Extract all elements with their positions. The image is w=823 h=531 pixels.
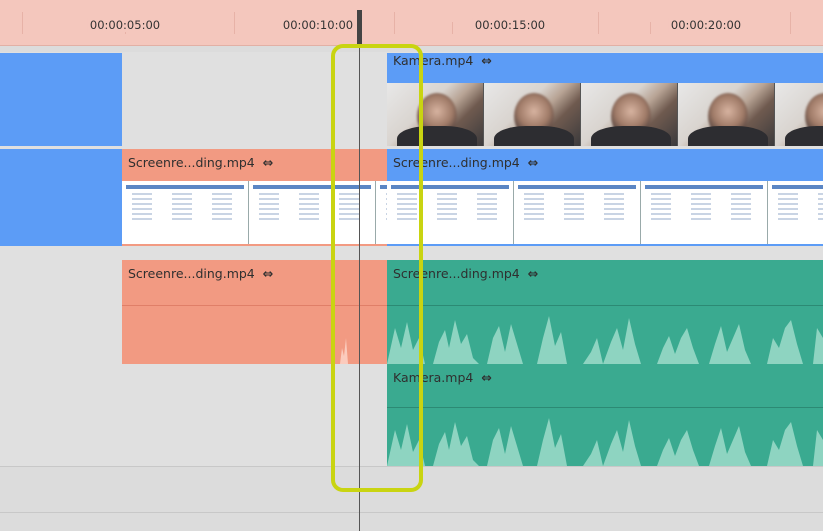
clip-title: Screenre...ding.mp4 ⇔: [128, 266, 273, 281]
link-icon[interactable]: ⇔: [263, 155, 273, 170]
clip-title: Screenre...ding.mp4 ⇔: [128, 155, 273, 170]
screenrecording-audio-clip[interactable]: Screenre...ding.mp4 ⇔: [387, 260, 823, 364]
ruler-tick: [234, 12, 235, 34]
ruler-timecode: 00:00:20:00: [668, 18, 744, 32]
ruler-tick: [22, 12, 23, 34]
camera-thumbnail: [581, 83, 678, 146]
kamera-audio-clip[interactable]: Kamera.mp4 ⇔: [387, 364, 823, 466]
highlight-annotation: [331, 44, 423, 492]
ruler-tick: [394, 12, 395, 34]
camera-thumbnail: [484, 83, 581, 146]
ruler-tick: [452, 22, 453, 34]
link-icon[interactable]: ⇔: [263, 266, 273, 281]
audio-waveform: [387, 316, 823, 364]
clip-divider: [387, 407, 823, 408]
screen-thumbnail: [122, 181, 249, 244]
link-icon[interactable]: ⇔: [481, 370, 491, 385]
camera-thumbnail-strip: [387, 83, 823, 146]
timeline-ruler[interactable]: 00:00:05:00 00:00:10:00 00:00:15:00 00:0…: [0, 0, 823, 46]
camera-thumbnail: [678, 83, 775, 146]
link-icon[interactable]: ⇔: [528, 155, 538, 170]
link-icon[interactable]: ⇔: [481, 53, 491, 68]
video-clip-partial[interactable]: [0, 53, 122, 146]
ruler-tick: [650, 22, 651, 34]
clip-label: Screenre...ding.mp4: [128, 266, 255, 281]
ruler-timecode: 00:00:05:00: [87, 18, 163, 32]
playhead-handle[interactable]: [357, 10, 362, 46]
screenrecording-video-clip[interactable]: Screenre...ding.mp4 ⇔: [387, 149, 823, 246]
clip-label: Screenre...ding.mp4: [128, 155, 255, 170]
track-divider: [0, 512, 823, 513]
kamera-video-clip[interactable]: Kamera.mp4 ⇔: [387, 53, 823, 146]
screen-thumbnail-strip: [387, 181, 823, 246]
audio-waveform: [387, 418, 823, 466]
ruler-tick: [598, 12, 599, 34]
screen-thumbnail: [641, 181, 768, 244]
link-icon[interactable]: ⇔: [528, 266, 538, 281]
ruler-timecode: 00:00:15:00: [472, 18, 548, 32]
screen-thumbnail: [514, 181, 641, 244]
clip-divider: [387, 305, 823, 306]
ruler-timecode: 00:00:10:00: [280, 18, 356, 32]
ruler-tick: [790, 12, 791, 34]
screen-thumbnail: [768, 181, 823, 244]
camera-thumbnail: [775, 83, 823, 146]
video-clip-partial[interactable]: [0, 149, 122, 246]
